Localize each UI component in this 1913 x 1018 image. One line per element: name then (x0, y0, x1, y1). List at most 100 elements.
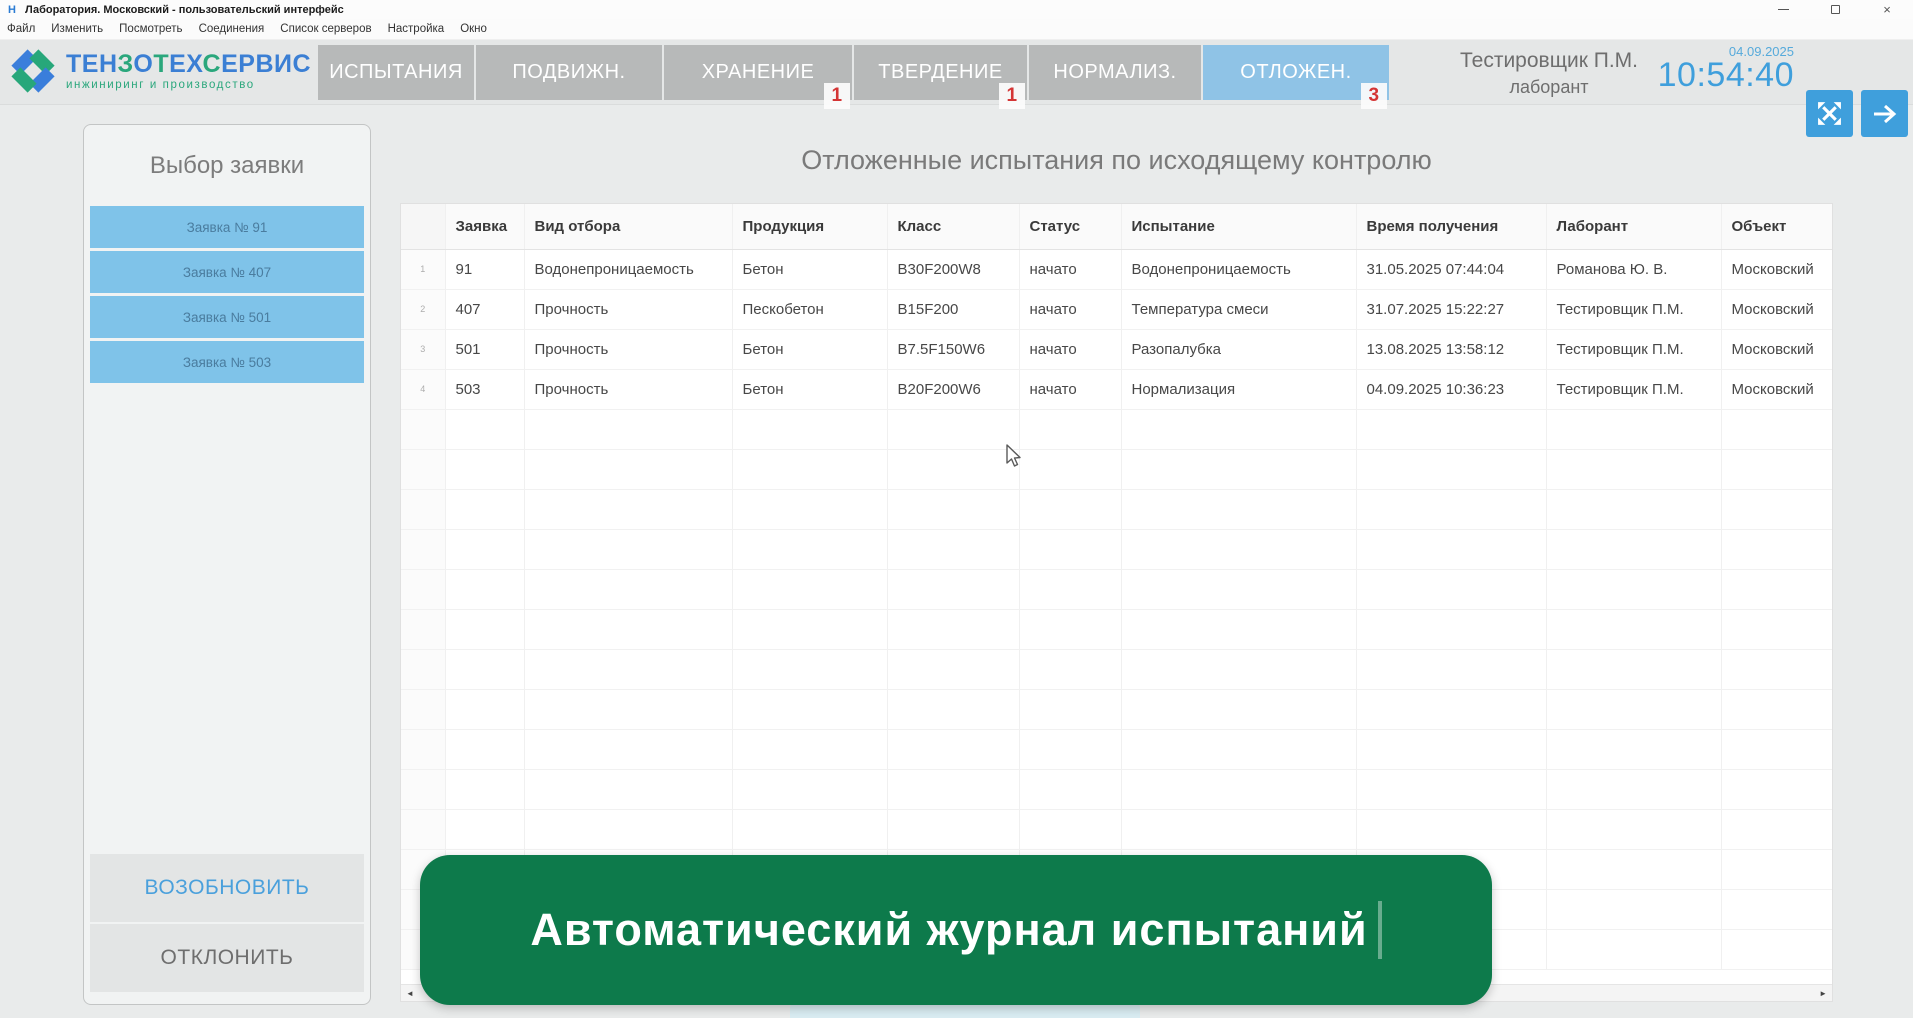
table-cell: Тестировщик П.М. (1546, 329, 1721, 369)
close-button[interactable]: × (1861, 0, 1913, 19)
logo-subtitle: инжиниринг и производство (66, 79, 311, 91)
empty-cell (1121, 769, 1356, 809)
empty-row (401, 809, 1833, 849)
table-cell: Прочность (524, 289, 732, 329)
empty-cell (401, 609, 445, 649)
empty-cell (1721, 569, 1833, 609)
empty-cell (524, 409, 732, 449)
fullscreen-icon (1816, 100, 1843, 127)
restore-button[interactable] (1809, 0, 1861, 19)
column-header-1[interactable]: Заявка (445, 204, 524, 249)
request-button-3[interactable]: Заявка № 501 (90, 296, 364, 338)
app-icon: Н (8, 4, 16, 16)
column-header-6[interactable]: Испытание (1121, 204, 1356, 249)
column-header-3[interactable]: Продукция (732, 204, 887, 249)
menu-item-7[interactable]: Окно (460, 23, 487, 35)
close-icon: × (1883, 3, 1891, 16)
empty-cell (1019, 489, 1121, 529)
menu-item-1[interactable]: Файл (7, 23, 35, 35)
empty-row (401, 449, 1833, 489)
minimize-button[interactable] (1757, 0, 1809, 19)
banner-text: Автоматический журнал испытаний (530, 904, 1367, 956)
empty-cell (401, 649, 445, 689)
tab-2[interactable]: ПОДВИЖН. (476, 45, 662, 100)
table-cell: Температура смеси (1121, 289, 1356, 329)
empty-cell (887, 529, 1019, 569)
table-cell: Бетон (732, 329, 887, 369)
empty-cell (445, 569, 524, 609)
empty-cell (1019, 689, 1121, 729)
empty-cell (887, 609, 1019, 649)
empty-cell (1121, 649, 1356, 689)
tab-1[interactable]: ИСПЫТАНИЯ (318, 45, 474, 100)
restore-icon (1831, 5, 1840, 14)
table-cell: 13.08.2025 13:58:12 (1356, 329, 1546, 369)
menu-item-2[interactable]: Изменить (51, 23, 103, 35)
empty-cell (1019, 809, 1121, 849)
empty-cell (445, 609, 524, 649)
tab-6[interactable]: ОТЛОЖЕН.3 (1203, 45, 1389, 100)
tab-badge: 3 (1361, 83, 1387, 109)
column-header-7[interactable]: Время получения (1356, 204, 1546, 249)
column-header-9[interactable]: Объект (1721, 204, 1833, 249)
empty-cell (1546, 929, 1721, 969)
request-button-1[interactable]: Заявка № 91 (90, 206, 364, 248)
exit-button[interactable] (1861, 90, 1908, 137)
empty-cell (1546, 689, 1721, 729)
table-cell: начато (1019, 249, 1121, 289)
scroll-left-icon[interactable]: ◄ (406, 989, 414, 998)
tab-3[interactable]: ХРАНЕНИЕ1 (664, 45, 852, 100)
column-header-5[interactable]: Статус (1019, 204, 1121, 249)
column-header-2[interactable]: Вид отбора (524, 204, 732, 249)
empty-cell (1356, 409, 1546, 449)
overlay-banner: Автоматический журнал испытаний (420, 855, 1492, 1005)
empty-cell (401, 729, 445, 769)
menu-item-3[interactable]: Посмотреть (119, 23, 182, 35)
row-number: 3 (401, 329, 445, 369)
empty-row (401, 729, 1833, 769)
table-cell: Тестировщик П.М. (1546, 289, 1721, 329)
scroll-right-icon[interactable]: ► (1819, 989, 1827, 998)
request-button-2[interactable]: Заявка № 407 (90, 251, 364, 293)
table-cell: Водонепроницаемость (1121, 249, 1356, 289)
table-cell: B20F200W6 (887, 369, 1019, 409)
tab-4[interactable]: ТВЕРДЕНИЕ1 (854, 45, 1027, 100)
resume-button[interactable]: ВОЗОБНОВИТЬ (90, 854, 364, 922)
empty-cell (1721, 649, 1833, 689)
empty-row (401, 569, 1833, 609)
empty-cell (1019, 609, 1121, 649)
empty-cell (887, 409, 1019, 449)
table-cell: Прочность (524, 329, 732, 369)
empty-cell (1546, 849, 1721, 889)
menu-item-5[interactable]: Список серверов (280, 23, 371, 35)
column-header-8[interactable]: Лаборант (1546, 204, 1721, 249)
empty-cell (1546, 769, 1721, 809)
fullscreen-button[interactable] (1806, 90, 1853, 137)
table-row[interactable]: 2407ПрочностьПескобетонB15F200начатоТемп… (401, 289, 1833, 329)
tab-5[interactable]: НОРМАЛИЗ. (1029, 45, 1201, 100)
empty-cell (732, 569, 887, 609)
empty-cell (1721, 929, 1833, 969)
empty-cell (524, 529, 732, 569)
table-row[interactable]: 3501ПрочностьБетонB7.5F150W6начатоРазопа… (401, 329, 1833, 369)
empty-cell (1721, 689, 1833, 729)
menu-item-4[interactable]: Соединения (199, 23, 265, 35)
column-header-4[interactable]: Класс (887, 204, 1019, 249)
table-row[interactable]: 4503ПрочностьБетонB20F200W6начатоНормали… (401, 369, 1833, 409)
empty-cell (401, 489, 445, 529)
empty-cell (401, 409, 445, 449)
table-cell: 31.05.2025 07:44:04 (1356, 249, 1546, 289)
empty-cell (445, 449, 524, 489)
empty-cell (524, 809, 732, 849)
request-button-4[interactable]: Заявка № 503 (90, 341, 364, 383)
empty-cell (1356, 809, 1546, 849)
empty-cell (732, 489, 887, 529)
decline-button[interactable]: ОТКЛОНИТЬ (90, 924, 364, 992)
empty-cell (445, 769, 524, 809)
empty-cell (1721, 769, 1833, 809)
table-row[interactable]: 191ВодонепроницаемостьБетонB30F200W8нача… (401, 249, 1833, 289)
menu-item-6[interactable]: Настройка (388, 23, 445, 35)
empty-cell (401, 689, 445, 729)
table-cell: Московский (1721, 369, 1833, 409)
empty-cell (1356, 649, 1546, 689)
